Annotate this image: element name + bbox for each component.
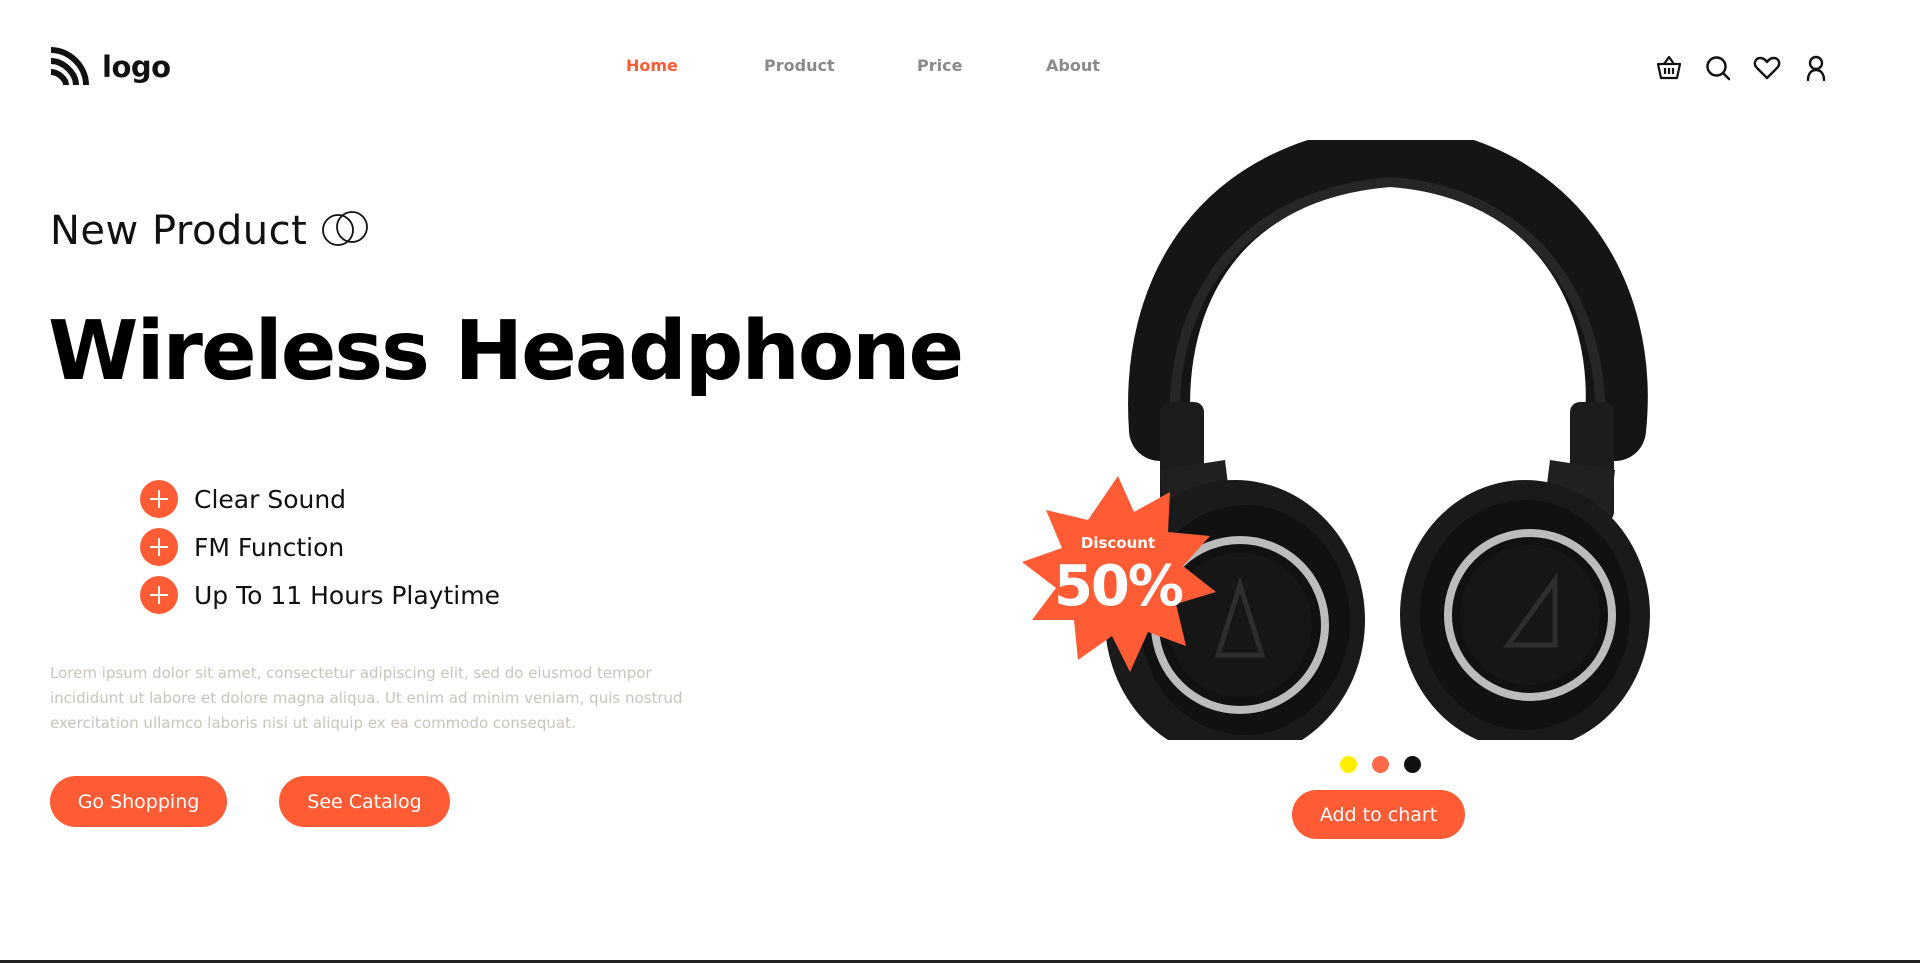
hero-subtitle: New Product: [50, 208, 371, 254]
search-icon[interactable]: [1701, 51, 1735, 85]
plus-icon: [140, 528, 178, 566]
rings-icon: [322, 211, 369, 246]
feature-item: Clear Sound: [140, 475, 500, 523]
discount-badge: Discount 50%: [1018, 474, 1218, 674]
basket-icon[interactable]: [1652, 51, 1686, 85]
swatch-black[interactable]: [1404, 756, 1421, 773]
hero-title: Wireless Headphone: [48, 304, 964, 399]
feature-text: Clear Sound: [194, 484, 347, 514]
feature-text: Up To 11 Hours Playtime: [194, 580, 500, 610]
feature-list: Clear Sound FM Function Up To 11 Hours P…: [140, 475, 500, 619]
add-to-cart-button[interactable]: Add to chart: [1292, 790, 1465, 839]
feature-text: FM Function: [194, 532, 345, 562]
hero-description: Lorem ipsum dolor sit amet, consectetur …: [50, 664, 683, 732]
color-swatches: [1340, 756, 1436, 773]
swatch-orange[interactable]: [1372, 756, 1389, 773]
nav-price[interactable]: Price: [917, 56, 962, 75]
subtitle-text: New Product: [50, 208, 308, 254]
plus-icon: [140, 576, 178, 614]
nav-product[interactable]: Product: [764, 56, 835, 75]
nav-home[interactable]: Home: [626, 56, 678, 75]
site-header: logo Home Product Price About: [0, 0, 1920, 130]
feature-item: Up To 11 Hours Playtime: [140, 571, 500, 619]
heart-icon[interactable]: [1750, 51, 1784, 85]
plus-icon: [140, 480, 178, 518]
see-catalog-button[interactable]: See Catalog: [279, 776, 450, 827]
nav-about[interactable]: About: [1046, 56, 1100, 75]
go-shopping-button[interactable]: Go Shopping: [50, 776, 227, 827]
user-icon[interactable]: [1799, 51, 1833, 85]
feature-item: FM Function: [140, 523, 500, 571]
header-actions: [1652, 51, 1848, 85]
badge-value: 50%: [1053, 554, 1184, 619]
swatch-yellow[interactable]: [1340, 756, 1357, 773]
main-nav: Home Product Price About: [0, 56, 1920, 80]
badge-label: Discount: [1080, 534, 1156, 552]
